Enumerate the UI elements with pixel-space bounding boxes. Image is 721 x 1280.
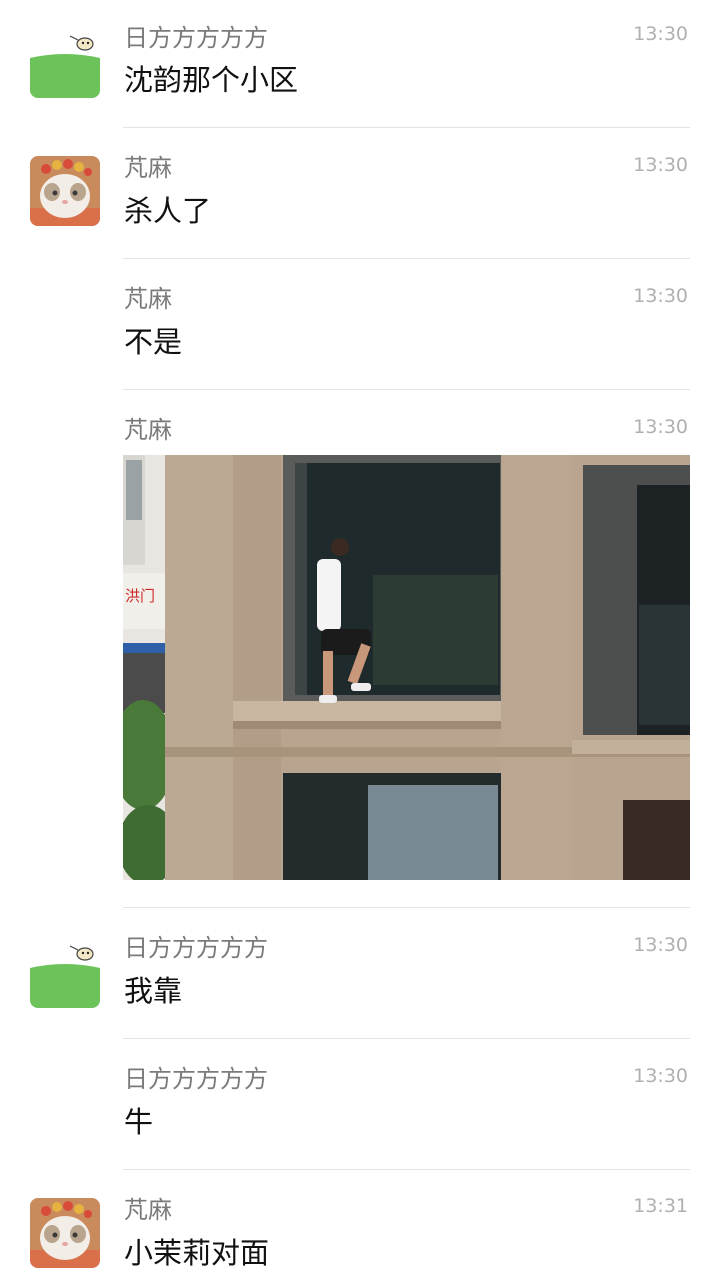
sender-name: 日方方方方方 [124, 934, 268, 962]
message-text[interactable]: 我靠 [124, 971, 182, 1011]
message-photo[interactable]: 洪门 [123, 455, 690, 880]
avatar[interactable] [30, 938, 100, 1008]
green-field-bee-avatar-icon [30, 28, 100, 98]
message-text[interactable]: 杀人了 [124, 191, 211, 231]
sender-name: 日方方方方方 [124, 1065, 268, 1093]
sender-name: 芃麻 [124, 416, 172, 444]
message-time: 13:30 [633, 934, 688, 956]
divider [123, 258, 690, 259]
divider [123, 907, 690, 908]
building-window-photo: 洪门 [123, 455, 690, 880]
sender-name: 日方方方方方 [124, 24, 268, 52]
message-time: 13:30 [633, 154, 688, 176]
message-text[interactable]: 小茉莉对面 [124, 1233, 269, 1273]
message-time: 13:30 [633, 416, 688, 438]
sender-name: 芃麻 [124, 154, 172, 182]
message-time: 13:30 [633, 285, 688, 307]
message-time: 13:31 [633, 1195, 688, 1217]
divider [123, 1038, 690, 1039]
sender-name: 芃麻 [124, 1196, 172, 1224]
avatar[interactable] [30, 156, 100, 226]
chat-message-list: 日方方方方方 13:30 沈韵那个小区 芃麻 13:30 杀人了 芃麻 13:3… [0, 0, 721, 1280]
message-time: 13:30 [633, 1065, 688, 1087]
avatar[interactable] [30, 28, 100, 98]
message-text[interactable]: 不是 [124, 322, 182, 362]
divider [123, 127, 690, 128]
sender-name: 芃麻 [124, 285, 172, 313]
message-time: 13:30 [633, 23, 688, 45]
avatar[interactable] [30, 1198, 100, 1268]
green-field-bee-avatar-icon [30, 938, 100, 1008]
cat-with-flower-crown-avatar-icon [30, 1198, 100, 1268]
message-text[interactable]: 牛 [124, 1102, 153, 1142]
divider [123, 1169, 690, 1170]
message-text[interactable]: 沈韵那个小区 [124, 60, 298, 100]
divider [123, 389, 690, 390]
cat-with-flower-crown-avatar-icon [30, 156, 100, 226]
shop-sign-text: 洪门 [125, 587, 155, 605]
